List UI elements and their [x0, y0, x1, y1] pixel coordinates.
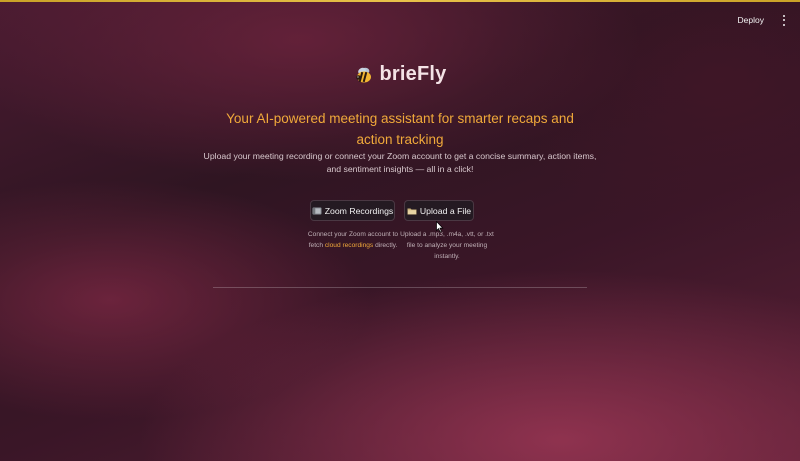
- upload-caption: Upload a .mp3, .m4a, .vtt, or .txt file …: [400, 231, 494, 260]
- upload-file-label: Upload a File: [419, 205, 472, 216]
- top-decoration-bar: [0, 0, 800, 2]
- app-header: Deploy: [734, 12, 786, 28]
- cloud-recordings-highlight: cloud recordings: [324, 242, 374, 249]
- zoom-caption: Connect your Zoom account to fetch cloud…: [303, 229, 403, 251]
- zoom-recordings-label: Zoom Recordings: [324, 205, 394, 216]
- app-title: brieFly: [379, 63, 447, 85]
- zoom-recordings-button[interactable]: Zoom Recordings: [310, 200, 395, 221]
- folder-icon: [407, 208, 417, 214]
- zoom-caption-end: directly.: [373, 242, 398, 249]
- app-logo: brieFly: [0, 63, 800, 86]
- upload-file-button[interactable]: Upload a File: [404, 200, 474, 221]
- mouse-cursor-icon: [436, 221, 444, 233]
- description: Upload your meeting recording or connect…: [203, 151, 597, 174]
- section-divider: [213, 287, 587, 288]
- film-icon: [312, 207, 322, 214]
- tagline: Your AI-powered meeting assistant for sm…: [226, 111, 574, 147]
- bee-icon: [355, 67, 371, 82]
- kebab-menu-icon[interactable]: [782, 14, 786, 26]
- deploy-button[interactable]: Deploy: [734, 12, 768, 28]
